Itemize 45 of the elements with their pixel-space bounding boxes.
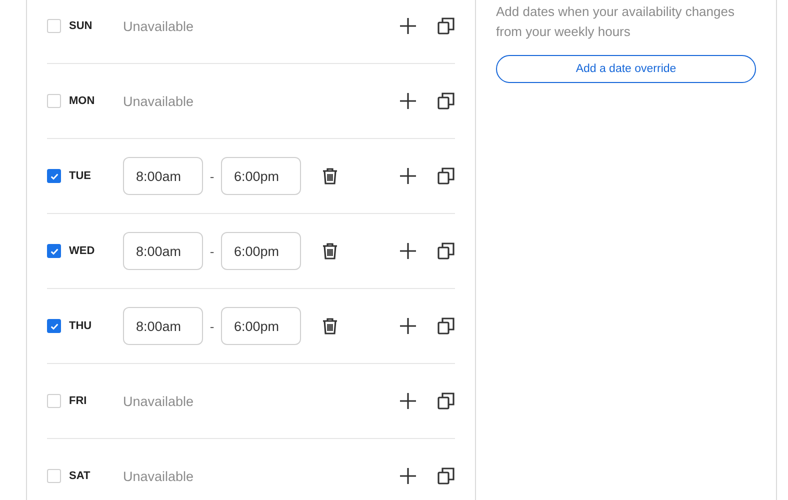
trash-icon[interactable] <box>321 242 339 260</box>
description-text: Add dates when your availability changes from your weekly hours <box>496 3 736 41</box>
checkbox[interactable] <box>47 169 61 183</box>
day-label: SAT <box>69 470 92 482</box>
checkbox[interactable] <box>47 244 61 258</box>
add-date-override-button[interactable]: Add a date override <box>496 55 756 83</box>
end-time-field[interactable]: 6:00pm <box>221 157 301 195</box>
day-label: TUE <box>69 170 92 182</box>
unavailable-text: Unavailable <box>123 394 194 408</box>
plus-icon[interactable] <box>399 242 417 260</box>
start-time-field[interactable]: 8:00am <box>123 307 203 345</box>
trash-icon[interactable] <box>321 167 339 185</box>
trash-icon[interactable] <box>321 317 339 335</box>
copy-icon[interactable] <box>437 242 455 260</box>
checkbox[interactable] <box>47 319 61 333</box>
unavailable-text: Unavailable <box>123 94 194 108</box>
time-separator: - <box>208 244 216 258</box>
unavailable-text: Unavailable <box>123 18 194 34</box>
start-time-field[interactable]: 8:00am <box>123 157 203 195</box>
day-label: FRI <box>69 395 88 407</box>
day-label: SUN <box>69 20 94 32</box>
copy-icon[interactable] <box>437 467 455 485</box>
time-separator: - <box>208 318 216 334</box>
checkmark-icon <box>50 246 58 256</box>
copy-icon[interactable] <box>437 17 455 35</box>
time-separator: - <box>208 168 216 184</box>
plus-icon[interactable] <box>399 467 417 485</box>
copy-icon[interactable] <box>437 92 455 110</box>
copy-icon[interactable] <box>437 317 455 335</box>
plus-icon[interactable] <box>399 392 417 410</box>
checkmark-icon <box>50 322 58 330</box>
copy-icon[interactable] <box>437 167 455 185</box>
unavailable-text: Unavailable <box>123 468 194 484</box>
copy-icon[interactable] <box>437 392 455 410</box>
day-label: THU <box>69 320 93 332</box>
plus-icon[interactable] <box>399 317 417 335</box>
end-time-field[interactable]: 6:00pm <box>221 307 301 345</box>
checkmark-icon <box>50 172 58 180</box>
start-time-field[interactable]: 8:00am <box>123 232 203 270</box>
plus-icon[interactable] <box>399 167 417 185</box>
plus-icon[interactable] <box>399 17 417 35</box>
day-label: WED <box>69 245 96 257</box>
day-label: MON <box>69 95 96 107</box>
plus-icon[interactable] <box>399 92 417 110</box>
end-time-field[interactable]: 6:00pm <box>221 232 301 270</box>
